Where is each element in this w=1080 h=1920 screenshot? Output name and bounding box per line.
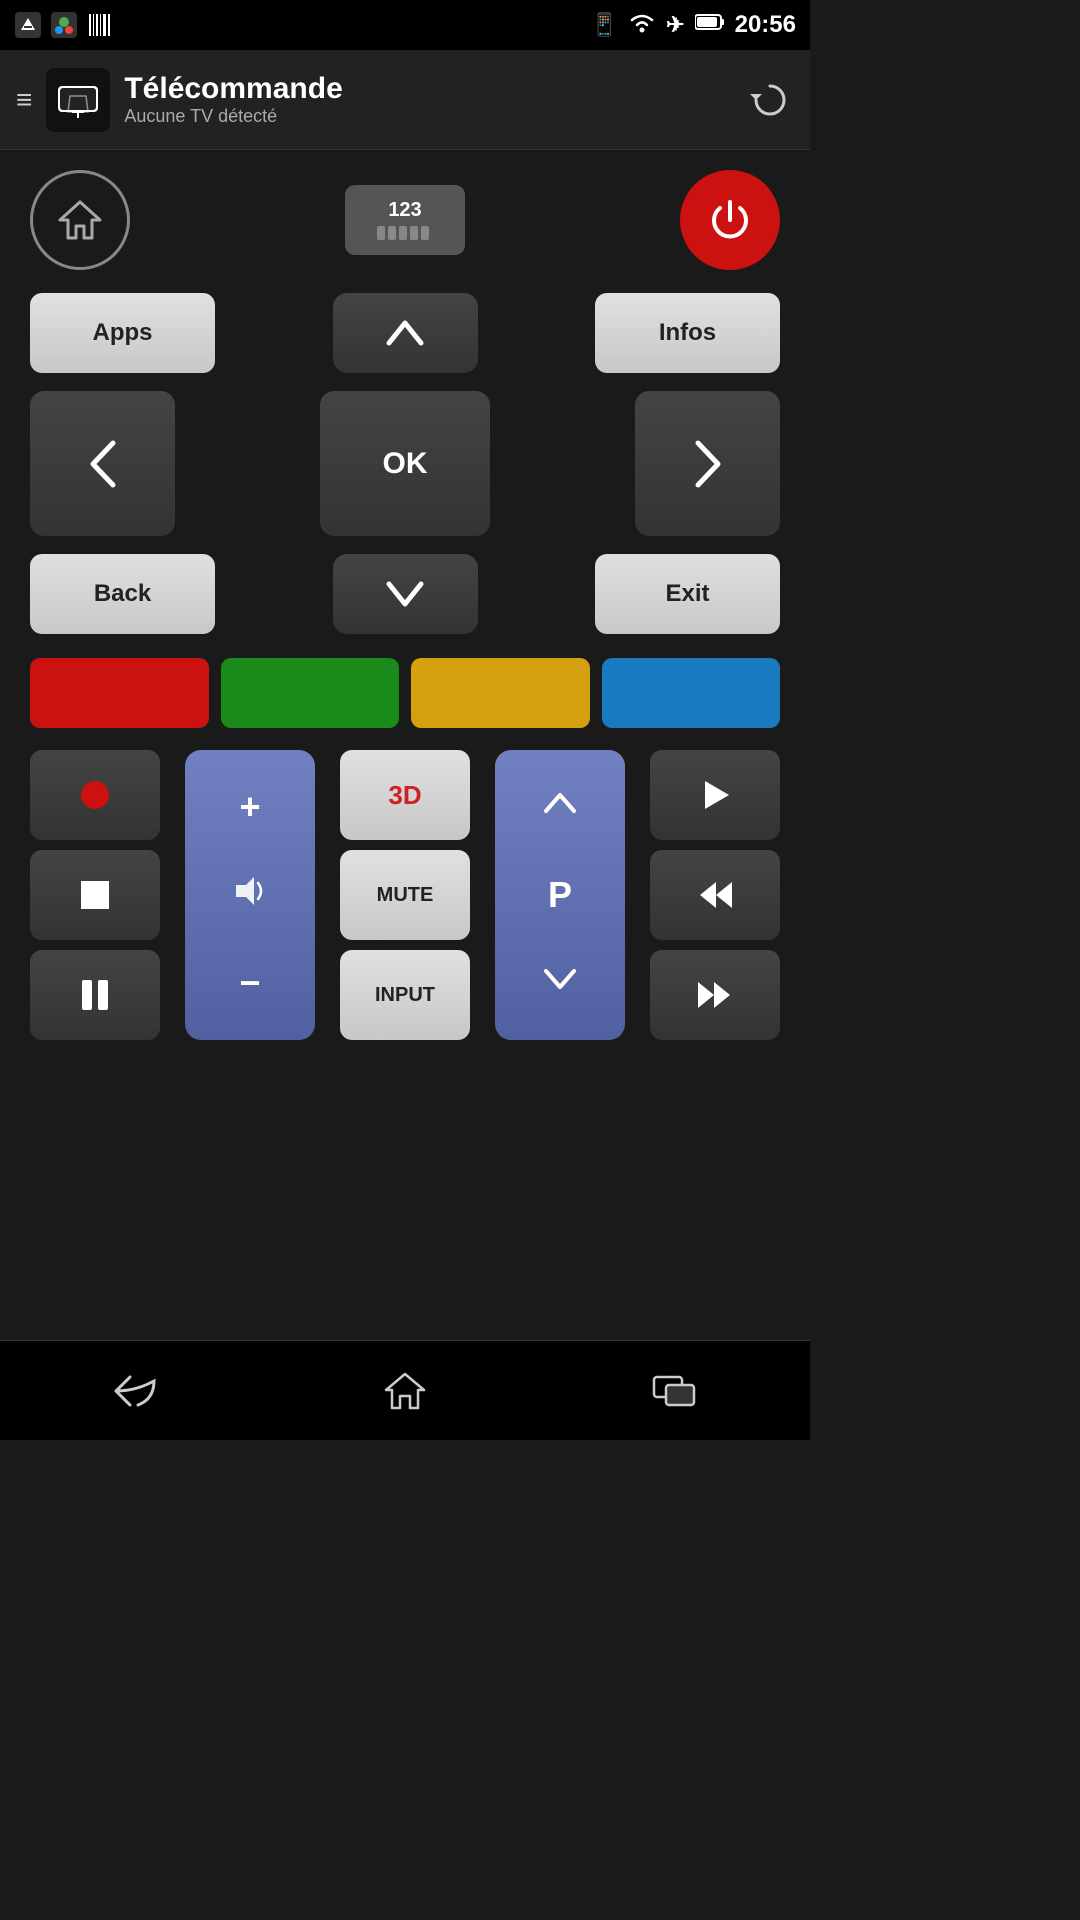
home-nav-button[interactable]: [365, 1361, 445, 1421]
record-button[interactable]: [30, 750, 160, 840]
home-button[interactable]: [30, 170, 130, 270]
media-center-controls: 3D MUTE INPUT: [340, 750, 470, 1040]
menu-icon[interactable]: ≡: [16, 84, 32, 116]
volume-plus-icon: +: [239, 786, 260, 827]
battery-icon: [695, 12, 725, 38]
stop-button[interactable]: [30, 850, 160, 940]
refresh-button[interactable]: [746, 76, 794, 124]
app-title: Télécommande: [124, 72, 746, 106]
app-icon-2: [50, 11, 78, 39]
back-nav-button[interactable]: [95, 1361, 175, 1421]
fastforward-button[interactable]: [650, 950, 780, 1040]
green-button[interactable]: [221, 658, 400, 728]
channel-column: P: [495, 750, 625, 1040]
volume-column: + −: [185, 750, 315, 1040]
status-bar: 📱 ✈ 20:56: [0, 0, 810, 50]
right-button[interactable]: [635, 391, 780, 536]
remote-area: 123 Apps Infos: [0, 150, 810, 1060]
record-icon: [81, 781, 109, 809]
status-right-icons: 📱 ✈ 20:56: [591, 10, 796, 40]
play-icon: [697, 777, 733, 813]
channel-down-button[interactable]: [542, 965, 578, 1001]
channel-up-icon: [542, 789, 578, 825]
row-media: + − 3D MUTE INPUT: [30, 750, 780, 1040]
bottom-navigation: [0, 1340, 810, 1440]
fastforward-icon: [696, 980, 734, 1010]
header-text: Télécommande Aucune TV détecté: [124, 72, 746, 127]
recents-nav-button[interactable]: [635, 1361, 715, 1421]
app-header: ≡ Télécommande Aucune TV détecté: [0, 50, 810, 150]
infos-button[interactable]: Infos: [595, 293, 780, 373]
play-button[interactable]: [650, 750, 780, 840]
channel-up-button[interactable]: [542, 789, 578, 825]
volume-speaker-icon: [232, 873, 268, 917]
volume-down-button[interactable]: −: [239, 962, 260, 1004]
airplane-icon: ✈: [666, 12, 684, 38]
rewind-icon: [696, 880, 734, 910]
time-display: 20:56: [735, 11, 796, 39]
channel-p-label: P: [548, 874, 572, 916]
numpad-button[interactable]: 123: [345, 185, 465, 255]
row-top: 123: [30, 170, 780, 270]
row-nav3: Back Exit: [30, 554, 780, 634]
barcode-icon: [86, 11, 114, 39]
down-button[interactable]: [333, 554, 478, 634]
channel-down-icon: [542, 965, 578, 1001]
apps-button[interactable]: Apps: [30, 293, 215, 373]
phone-icon: 📱: [591, 12, 618, 38]
back-button[interactable]: Back: [30, 554, 215, 634]
row-nav1: Apps Infos: [30, 293, 780, 373]
yellow-button[interactable]: [411, 658, 590, 728]
up-button[interactable]: [333, 293, 478, 373]
row-colors: [30, 658, 780, 728]
media-transport-right: [650, 750, 780, 1040]
left-button[interactable]: [30, 391, 175, 536]
exit-button[interactable]: Exit: [595, 554, 780, 634]
app-subtitle: Aucune TV détecté: [124, 106, 746, 127]
row-nav2: OK: [30, 391, 780, 536]
blue-button[interactable]: [602, 658, 781, 728]
wifi-icon: [628, 10, 656, 40]
power-button[interactable]: [680, 170, 780, 270]
volume-minus-icon: −: [239, 962, 260, 1003]
input-button[interactable]: INPUT: [340, 950, 470, 1040]
stop-icon: [81, 881, 109, 909]
status-left-icons: [14, 11, 114, 39]
app-logo: [46, 68, 110, 132]
ok-button[interactable]: OK: [320, 391, 490, 536]
pause-button[interactable]: [30, 950, 160, 1040]
media-transport-left: [30, 750, 160, 1040]
volume-up-button[interactable]: +: [239, 786, 260, 828]
red-button[interactable]: [30, 658, 209, 728]
rewind-button[interactable]: [650, 850, 780, 940]
pause-icon: [82, 980, 108, 1010]
3d-button[interactable]: 3D: [340, 750, 470, 840]
app-icon-1: [14, 11, 42, 39]
mute-button[interactable]: MUTE: [340, 850, 470, 940]
